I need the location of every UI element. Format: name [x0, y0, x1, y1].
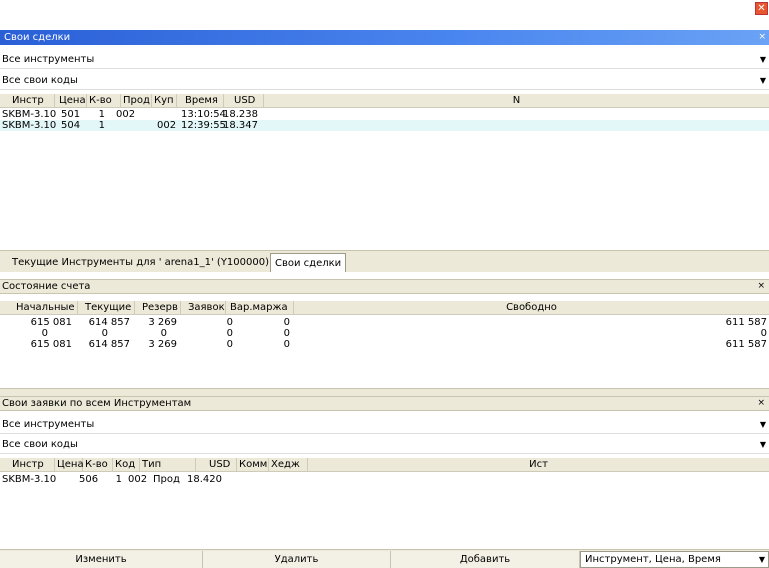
orders-table-header: Инстр Цена К-во Код Тип USD Комм Хедж Ис…	[0, 458, 769, 472]
cell-var-margin: 0	[283, 339, 290, 350]
col-header-initial[interactable]: Начальные	[0, 301, 78, 315]
account-panel-close-icon[interactable]: ×	[757, 280, 765, 293]
orders-panel-title-text: Свои заявки по всем Инструментам	[2, 398, 192, 409]
deals-table-row[interactable]: SKBM-3.10 501 1 002 13:10:54 18.238	[0, 109, 769, 120]
sort-order-value: Инструмент, Цена, Время	[585, 554, 721, 565]
deals-panel-title-text: Свои сделки	[4, 32, 71, 43]
col-header-source[interactable]: Ист	[308, 458, 769, 472]
cell-qty: 1	[98, 109, 105, 120]
account-table-row[interactable]: 615 081 614 857 3 269 0 0 611 587	[0, 339, 769, 350]
cell-var-margin: 0	[283, 317, 290, 328]
deals-instrument-filter[interactable]: Все инструменты ▼	[0, 51, 769, 69]
cell-initial: 615 081	[30, 339, 72, 350]
orders-instrument-filter-value: Все инструменты	[2, 419, 95, 430]
sort-order-select[interactable]: Инструмент, Цена, Время ▼	[580, 551, 769, 568]
cell-qty: 1	[115, 474, 122, 485]
account-table-row[interactable]: 0 0 0 0 0 0	[0, 328, 769, 339]
cell-price: 501	[61, 109, 81, 120]
col-header-price[interactable]: Цена	[55, 94, 87, 108]
deals-table-row[interactable]: SKBM-3.10 504 1 002 12:39:55 18.347	[0, 120, 769, 131]
deals-code-filter[interactable]: Все свои коды ▼	[0, 72, 769, 90]
col-header-buy[interactable]: Куп	[152, 94, 177, 108]
cell-free: 0	[760, 328, 767, 339]
cell-usd: 18.238	[223, 109, 258, 120]
cell-price: 506	[79, 474, 99, 485]
col-header-qty[interactable]: К-во	[83, 458, 113, 472]
col-header-comm[interactable]: Комм	[237, 458, 269, 472]
deals-panel-title: Свои сделки ×	[0, 30, 769, 45]
deals-panel-close-icon[interactable]: ×	[758, 30, 766, 45]
col-header-n[interactable]: N	[264, 94, 769, 108]
window-close-icon[interactable]: ✕	[755, 2, 768, 15]
delete-order-button[interactable]: Удалить	[203, 551, 391, 568]
col-header-orders[interactable]: Заявок	[181, 301, 226, 315]
panel-tab-strip: Текущие Инструменты для ' arena1_1' (Y10…	[0, 250, 769, 272]
cell-usd: 18.420	[187, 474, 222, 485]
cell-current: 614 857	[88, 339, 130, 350]
edit-order-button[interactable]: Изменить	[0, 551, 203, 568]
col-header-free[interactable]: Свободно	[294, 301, 769, 315]
account-panel-title: Состояние счета ×	[0, 279, 769, 294]
col-header-hedge[interactable]: Хедж	[269, 458, 308, 472]
window-top-strip: ✕	[0, 0, 769, 30]
cell-reserve: 0	[160, 328, 167, 339]
cell-free: 611 587	[725, 339, 767, 350]
col-header-usd[interactable]: USD	[196, 458, 237, 472]
orders-code-filter[interactable]: Все свои коды ▼	[0, 436, 769, 454]
cell-time: 13:10:54	[181, 109, 226, 120]
deals-instrument-filter-value: Все инструменты	[2, 54, 95, 65]
col-header-instr[interactable]: Инстр	[0, 458, 55, 472]
orders-code-filter-value: Все свои коды	[2, 439, 78, 450]
cell-instr: SKBM-3.10	[2, 474, 57, 485]
cell-qty: 1	[98, 120, 105, 131]
cell-sell: 002	[116, 109, 136, 120]
tab-own-deals[interactable]: Свои сделки	[270, 253, 347, 272]
chevron-down-icon[interactable]: ▼	[759, 552, 765, 567]
cell-initial: 615 081	[30, 317, 72, 328]
orders-instrument-filter[interactable]: Все инструменты ▼	[0, 416, 769, 434]
col-header-current[interactable]: Текущие	[78, 301, 135, 315]
cell-instr: SKBM-3.10	[2, 120, 57, 131]
cell-current: 0	[101, 328, 108, 339]
orders-panel-close-icon[interactable]: ×	[757, 397, 765, 410]
col-header-instr[interactable]: Инстр	[0, 94, 55, 108]
cell-instr: SKBM-3.10	[2, 109, 57, 120]
col-header-var-margin[interactable]: Вар.маржа	[226, 301, 294, 315]
col-header-sell[interactable]: Прод	[121, 94, 152, 108]
cell-type: Прод	[153, 474, 180, 485]
cell-price: 504	[61, 120, 81, 131]
chevron-down-icon[interactable]: ▼	[760, 436, 766, 454]
col-header-qty[interactable]: К-во	[87, 94, 121, 108]
chevron-down-icon[interactable]: ▼	[760, 416, 766, 434]
cell-code: 002	[128, 474, 148, 485]
col-header-price[interactable]: Цена	[55, 458, 84, 472]
col-header-code[interactable]: Код	[113, 458, 140, 472]
cell-free: 611 587	[725, 317, 767, 328]
add-order-button[interactable]: Добавить	[391, 551, 580, 568]
deals-table-header: Инстр Цена К-во Прод Куп Время USD N	[0, 94, 769, 108]
orders-table-row[interactable]: SKBM-3.10 506 1 002 Прод 18.420	[0, 474, 769, 485]
tab-current-instruments[interactable]: Текущие Инструменты для ' arena1_1' (Y10…	[8, 253, 273, 272]
col-header-time[interactable]: Время	[177, 94, 224, 108]
col-header-usd[interactable]: USD	[224, 94, 264, 108]
col-header-type[interactable]: Тип	[140, 458, 196, 472]
cell-initial: 0	[41, 328, 48, 339]
cell-var-margin: 0	[283, 328, 290, 339]
cell-usd: 18.347	[223, 120, 258, 131]
cell-reserve: 3 269	[148, 317, 177, 328]
account-table-row[interactable]: 615 081 614 857 3 269 0 0 611 587	[0, 317, 769, 328]
chevron-down-icon[interactable]: ▼	[760, 51, 766, 69]
cell-reserve: 3 269	[148, 339, 177, 350]
orders-panel-title: Свои заявки по всем Инструментам ×	[0, 396, 769, 411]
account-table-header: Начальные Текущие Резерв Заявок Вар.марж…	[0, 301, 769, 315]
col-header-reserve[interactable]: Резерв	[135, 301, 181, 315]
order-actions-bar: Изменить Удалить Добавить Инструмент, Це…	[0, 549, 769, 568]
cell-current: 614 857	[88, 317, 130, 328]
cell-time: 12:39:55	[181, 120, 226, 131]
cell-buy: 002	[157, 120, 177, 131]
deals-code-filter-value: Все свои коды	[2, 75, 78, 86]
chevron-down-icon[interactable]: ▼	[760, 72, 766, 90]
account-panel-title-text: Состояние счета	[2, 281, 91, 292]
